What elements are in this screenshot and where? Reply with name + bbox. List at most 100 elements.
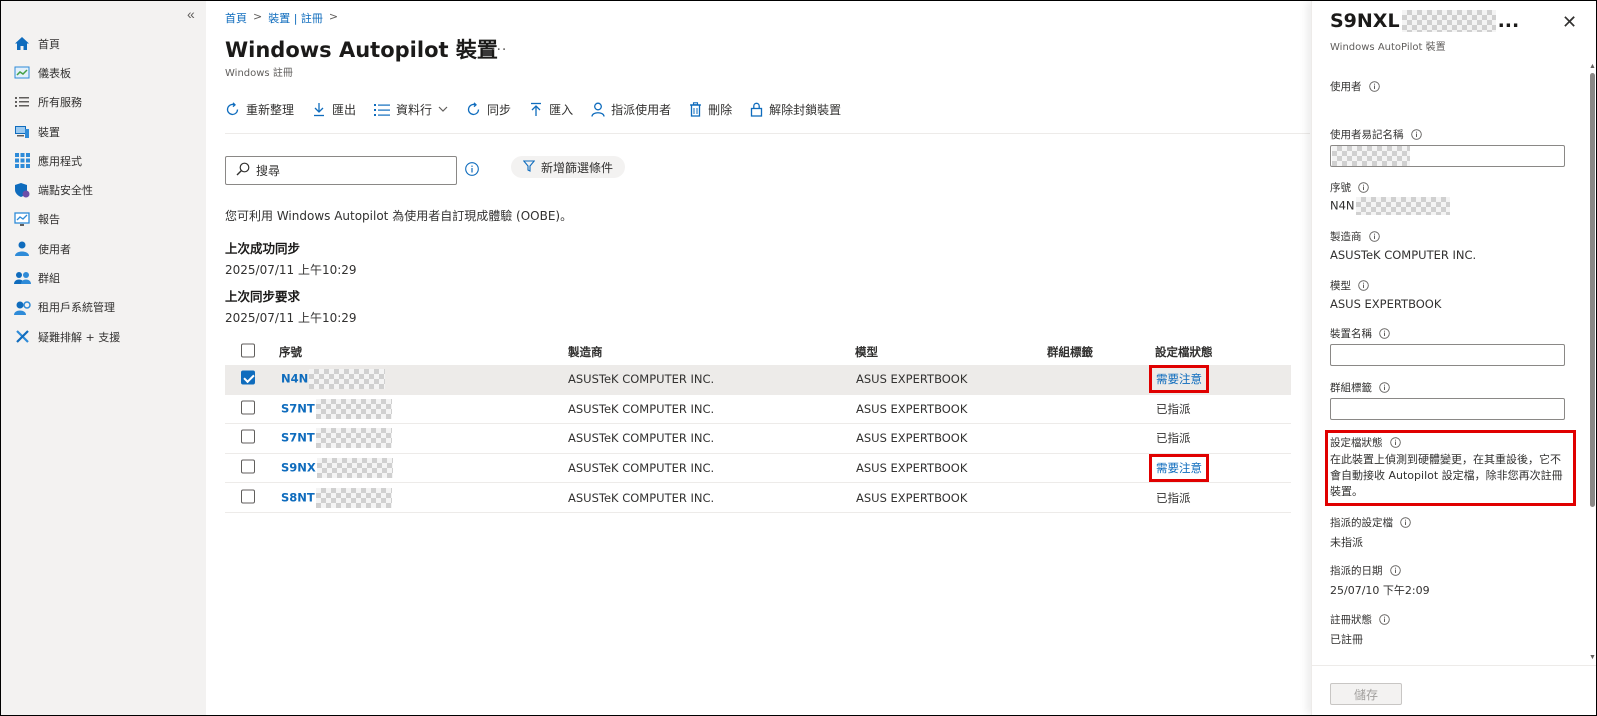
table-row[interactable]: S9NX ASUSTeK COMPUTER INC. ASUS EXPERTBO… bbox=[225, 454, 1291, 484]
model-cell: ASUS EXPERTBOOK bbox=[856, 372, 968, 387]
sidebar-item-all-services[interactable]: 所有服務 bbox=[13, 88, 120, 117]
info-icon[interactable] bbox=[1400, 517, 1411, 528]
info-icon[interactable] bbox=[465, 162, 479, 179]
sidebar-item-devices[interactable]: 裝置 bbox=[13, 117, 120, 146]
enrollment-status-value: 已註冊 bbox=[1330, 633, 1363, 646]
export-label: 匯出 bbox=[332, 103, 357, 117]
command-bar: 重新整理 匯出 資料行 同步 匯入 指派使用者 刪除 解除封鎖裝置 bbox=[225, 101, 859, 118]
friendly-name-input[interactable] bbox=[1330, 145, 1565, 167]
app-window: « 首頁 儀表板 所有服務 裝置 應用程式 端點安全性 報告 使用者 群組 租用… bbox=[0, 0, 1597, 716]
breadcrumb-separator: > bbox=[328, 10, 339, 23]
sidebar-item-label: 群組 bbox=[38, 272, 60, 286]
device-name-field[interactable] bbox=[1331, 345, 1564, 365]
group-tag-field[interactable] bbox=[1331, 399, 1564, 419]
column-header-profile-status[interactable]: 設定檔狀態 bbox=[1155, 344, 1213, 360]
column-header-model[interactable]: 模型 bbox=[855, 344, 878, 360]
close-icon[interactable]: ✕ bbox=[1562, 12, 1577, 33]
scroll-down-icon[interactable]: ▼ bbox=[1589, 654, 1596, 661]
device-name-input[interactable] bbox=[1330, 344, 1565, 366]
sidebar-item-home[interactable]: 首頁 bbox=[13, 29, 120, 58]
info-icon[interactable] bbox=[1368, 231, 1380, 242]
save-button[interactable]: 儲存 bbox=[1330, 683, 1402, 705]
column-header-serial[interactable]: 序號 bbox=[279, 344, 302, 360]
search-box[interactable] bbox=[225, 156, 457, 185]
refresh-button[interactable]: 重新整理 bbox=[225, 101, 294, 118]
info-icon[interactable] bbox=[1379, 614, 1390, 625]
assigned-date-label: 指派的日期 bbox=[1330, 563, 1401, 578]
tenant-admin-icon bbox=[13, 299, 31, 315]
serial-link[interactable]: N4N bbox=[281, 369, 386, 390]
export-button[interactable]: 匯出 bbox=[312, 101, 356, 118]
redacted-block bbox=[1401, 10, 1496, 32]
delete-button[interactable]: 刪除 bbox=[689, 101, 732, 118]
sidebar-item-reports[interactable]: 報告 bbox=[13, 205, 120, 234]
info-icon[interactable] bbox=[1358, 280, 1369, 291]
scrollbar-thumb[interactable] bbox=[1590, 73, 1595, 507]
lock-icon bbox=[750, 102, 763, 117]
breadcrumb-devices-link[interactable]: 裝置 | 註冊 bbox=[268, 10, 323, 26]
refresh-icon bbox=[225, 102, 240, 117]
table-header: 序號 製造商 模型 群組標籤 設定檔狀態 bbox=[225, 339, 1291, 365]
assign-user-button[interactable]: 指派使用者 bbox=[591, 101, 671, 118]
info-icon[interactable] bbox=[1358, 182, 1369, 193]
info-icon[interactable] bbox=[1410, 129, 1422, 140]
user-icon bbox=[13, 241, 31, 257]
import-button[interactable]: 匯入 bbox=[529, 101, 573, 118]
table-row[interactable]: S7NT ASUSTeK COMPUTER INC. ASUS EXPERTBO… bbox=[225, 395, 1291, 425]
more-options-button[interactable]: ... bbox=[491, 37, 507, 55]
row-checkbox[interactable] bbox=[241, 459, 255, 477]
sidebar-item-troubleshoot[interactable]: 疑難排解 + 支援 bbox=[13, 322, 120, 351]
sidebar-collapse-button[interactable]: « bbox=[187, 6, 195, 22]
sidebar-item-groups[interactable]: 群組 bbox=[13, 263, 120, 292]
manufacturer-cell: ASUSTeK COMPUTER INC. bbox=[568, 461, 715, 476]
row-checkbox[interactable] bbox=[241, 489, 255, 506]
panel-title-prefix: S9NXL bbox=[1330, 10, 1400, 32]
serial-link[interactable]: S9NX bbox=[281, 458, 393, 479]
serial-link[interactable]: S8NT bbox=[281, 487, 392, 508]
serial-link[interactable]: S7NT bbox=[281, 398, 392, 419]
add-filter-button[interactable]: 新增篩選條件 bbox=[511, 156, 626, 178]
unblock-device-button[interactable]: 解除封鎖裝置 bbox=[750, 101, 841, 118]
info-icon[interactable] bbox=[1368, 81, 1380, 92]
delete-label: 刪除 bbox=[708, 103, 733, 117]
column-header-manufacturer[interactable]: 製造商 bbox=[568, 344, 603, 360]
sidebar-item-dashboard[interactable]: 儀表板 bbox=[13, 58, 120, 87]
profile-status-link[interactable]: 需要注意 bbox=[1149, 454, 1209, 483]
info-icon[interactable] bbox=[1379, 382, 1390, 393]
divider bbox=[1312, 665, 1596, 666]
devices-table: 序號 製造商 模型 群組標籤 設定檔狀態 N4N ASUSTeK COMPUTE… bbox=[225, 339, 1291, 513]
column-header-group-tag[interactable]: 群組標籤 bbox=[1047, 344, 1093, 360]
page-title: Windows Autopilot 裝置 bbox=[225, 38, 498, 62]
manufacturer-cell: ASUSTeK COMPUTER INC. bbox=[568, 372, 715, 387]
table-row[interactable]: S7NT ASUSTeK COMPUTER INC. ASUS EXPERTBO… bbox=[225, 424, 1291, 454]
select-all-checkbox[interactable] bbox=[241, 343, 255, 361]
scroll-up-icon[interactable]: ▲ bbox=[1589, 63, 1596, 70]
search-input[interactable] bbox=[256, 163, 446, 178]
user-label: 使用者 bbox=[1330, 79, 1380, 94]
sidebar-item-tenant-admin[interactable]: 租用戶系統管理 bbox=[13, 293, 120, 322]
add-filter-label: 新增篩選條件 bbox=[541, 160, 614, 175]
profile-status-link[interactable]: 需要注意 bbox=[1149, 365, 1209, 394]
table-row[interactable]: N4N ASUSTeK COMPUTER INC. ASUS EXPERTBOO… bbox=[225, 365, 1291, 395]
group-icon bbox=[13, 270, 31, 286]
columns-button[interactable]: 資料行 bbox=[374, 101, 448, 118]
breadcrumb-home-link[interactable]: 首頁 bbox=[225, 10, 247, 26]
info-icon[interactable] bbox=[1379, 328, 1390, 339]
info-icon[interactable] bbox=[1389, 437, 1401, 448]
sync-icon bbox=[466, 102, 481, 117]
manufacturer-label: 製造商 bbox=[1330, 229, 1380, 244]
row-checkbox[interactable] bbox=[241, 429, 255, 447]
sync-button[interactable]: 同步 bbox=[466, 101, 511, 118]
panel-scrollbar[interactable]: ▲ ▼ bbox=[1588, 63, 1596, 661]
sidebar-nav: 首頁 儀表板 所有服務 裝置 應用程式 端點安全性 報告 使用者 群組 租用戶系… bbox=[13, 29, 120, 351]
sidebar-item-users[interactable]: 使用者 bbox=[13, 234, 120, 263]
sidebar-item-apps[interactable]: 應用程式 bbox=[13, 146, 120, 175]
serial-link[interactable]: S7NT bbox=[281, 428, 392, 449]
sidebar-item-label: 端點安全性 bbox=[38, 184, 93, 198]
sidebar-item-endpoint-security[interactable]: 端點安全性 bbox=[13, 175, 120, 204]
group-tag-input[interactable] bbox=[1330, 398, 1565, 420]
row-checkbox[interactable] bbox=[241, 400, 255, 417]
table-row[interactable]: S8NT ASUSTeK COMPUTER INC. ASUS EXPERTBO… bbox=[225, 483, 1291, 513]
info-icon[interactable] bbox=[1389, 565, 1401, 576]
row-checkbox[interactable] bbox=[241, 370, 255, 388]
